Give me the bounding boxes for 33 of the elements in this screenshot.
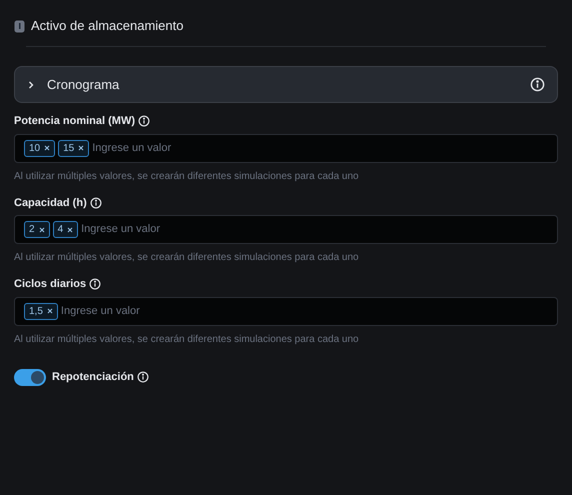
info-icon[interactable] [90, 196, 102, 209]
value-tag[interactable]: 15 [58, 140, 90, 156]
value-tag[interactable]: 2 [24, 221, 50, 238]
value-input[interactable]: Ingrese un valor [60, 302, 548, 320]
field-label: Ciclos diarios [14, 277, 86, 292]
info-icon[interactable] [89, 278, 102, 290]
field-label: Potencia nominal (MW) [14, 114, 135, 129]
hint-text: Al utilizar múltiples valores, se crearán diferentes simulaciones para cada uno [14, 251, 360, 265]
remove-icon[interactable] [44, 145, 50, 151]
value-tag[interactable]: 4 [52, 221, 78, 238]
chevron-icon [27, 80, 35, 88]
remove-icon[interactable] [46, 308, 53, 314]
remove-icon[interactable] [78, 145, 84, 151]
value-input[interactable]: Ingrese un valor [92, 140, 548, 156]
remove-icon[interactable] [38, 226, 45, 232]
tag-input-field[interactable]: 1,5 Ingrese un valor [14, 296, 558, 326]
hint-text: Al utilizar múltiples valores, se crearán diferentes simulaciones para cada uno [14, 170, 360, 184]
info-icon[interactable] [530, 77, 545, 92]
battery-icon [14, 20, 25, 32]
field-label: Capacidad (h) [14, 196, 87, 210]
toggle-label: Repotenciación [52, 370, 134, 385]
tag-input-field[interactable]: 10 15 Ingrese un valor [14, 134, 558, 162]
remove-icon[interactable] [67, 226, 74, 232]
accordion-header[interactable]: Cronograma [14, 66, 558, 103]
toggle-switch[interactable] [14, 368, 46, 386]
info-icon[interactable] [136, 371, 149, 383]
hint-text: Al utilizar múltiples valores, se crearán diferentes simulaciones para cada uno [14, 332, 360, 346]
section-title: Activo de almacenamiento [31, 17, 184, 36]
info-icon[interactable] [138, 115, 150, 128]
value-tag[interactable]: 10 [24, 140, 56, 156]
value-tag[interactable]: 1,5 [24, 302, 58, 320]
value-input[interactable]: Ingrese un valor [81, 221, 548, 238]
tag-input-field[interactable]: 2 4 Ingrese un valor [14, 215, 558, 244]
